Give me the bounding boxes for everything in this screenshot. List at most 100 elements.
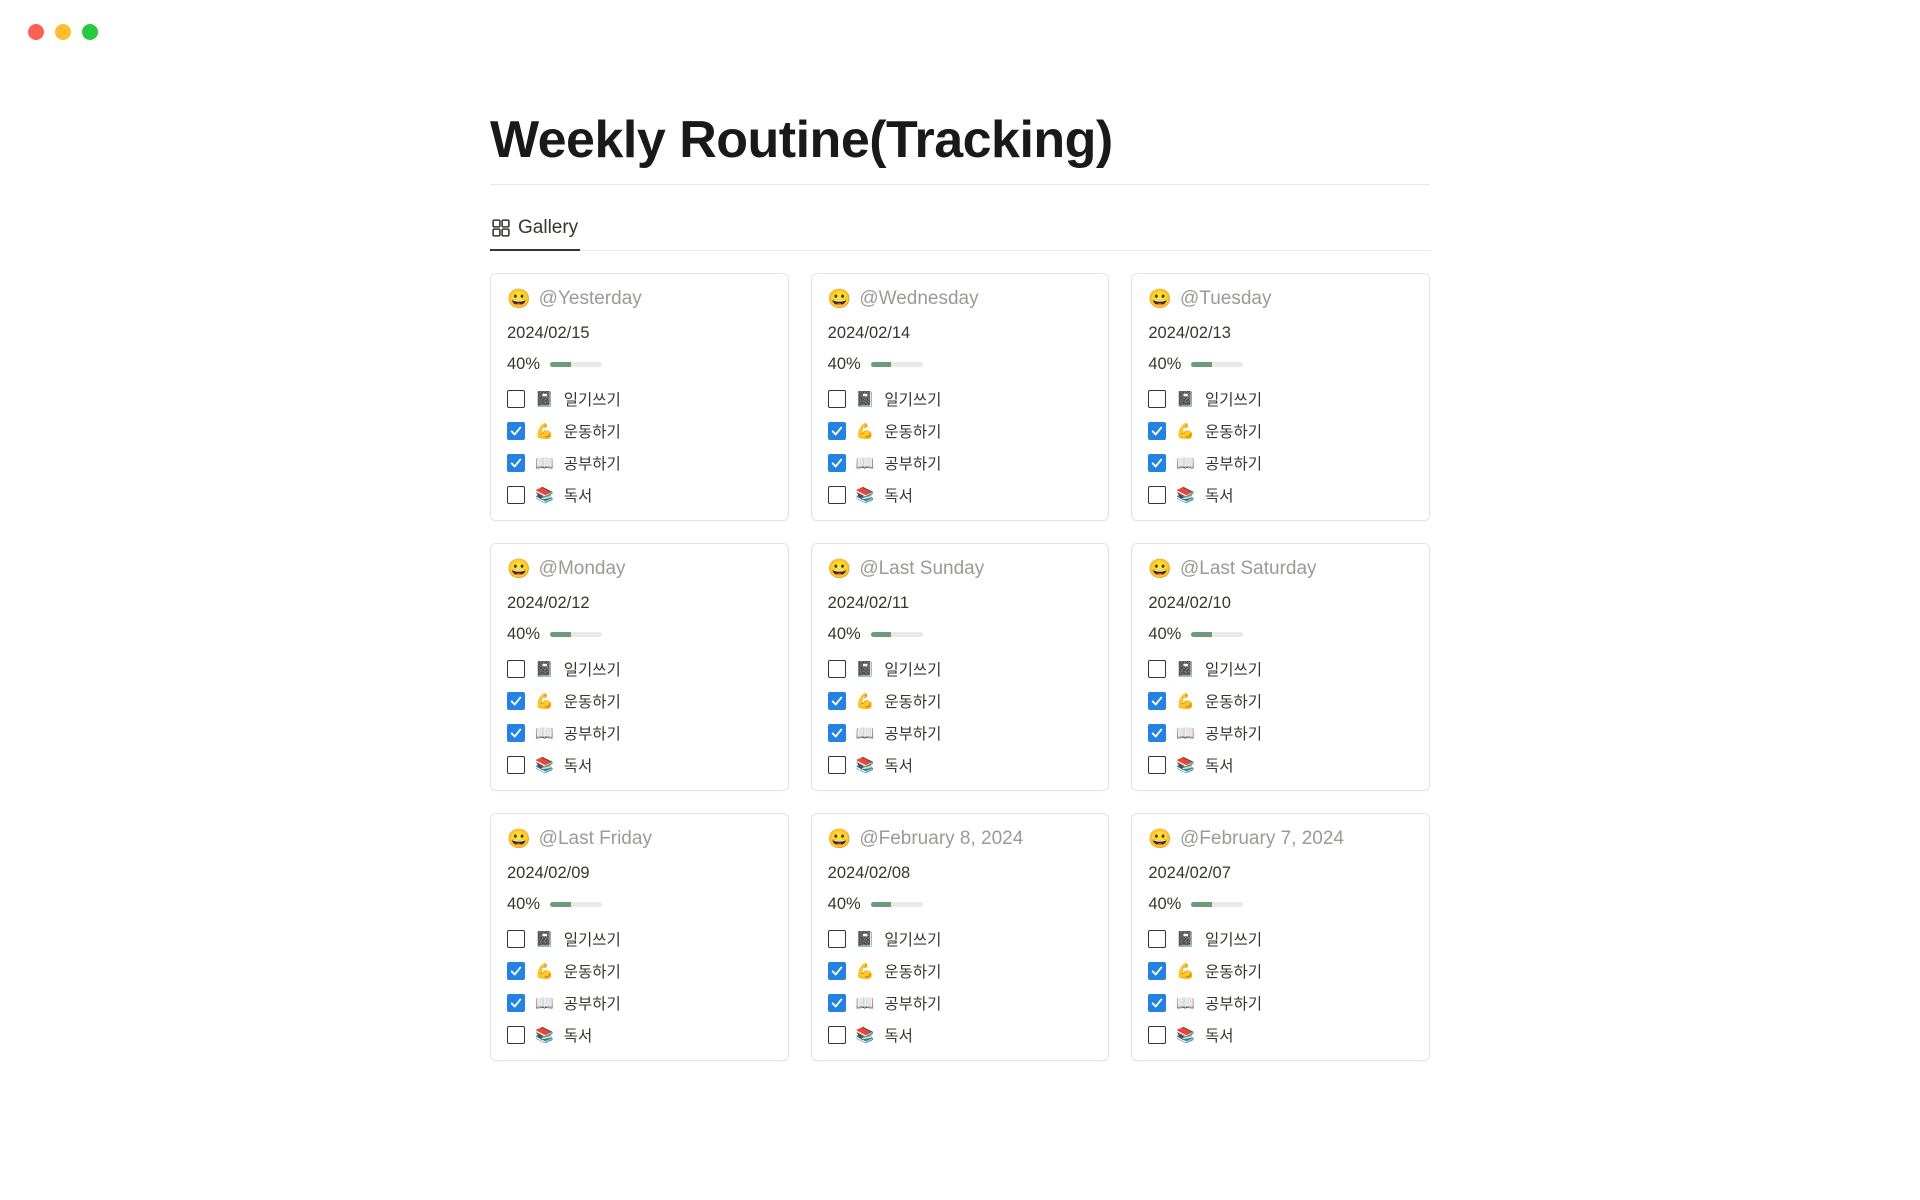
- card-date: 2024/02/15: [507, 324, 772, 343]
- gallery-card[interactable]: 😀@Tuesday2024/02/1340%📓일기쓰기💪운동하기📖공부하기📚독서: [1131, 273, 1430, 521]
- close-window-button[interactable]: [28, 24, 44, 40]
- tab-gallery[interactable]: Gallery: [490, 209, 580, 251]
- task-checkbox[interactable]: [1148, 930, 1166, 948]
- task-text: 독서: [1205, 754, 1234, 776]
- task-checkbox[interactable]: [507, 486, 525, 504]
- gallery-card[interactable]: 😀@Last Friday2024/02/0940%📓일기쓰기💪운동하기📖공부하…: [490, 813, 789, 1061]
- task-checkbox[interactable]: [1148, 962, 1166, 980]
- task-row: 💪운동하기: [828, 960, 1093, 982]
- card-title-text: @Last Saturday: [1180, 558, 1317, 580]
- task-text: 운동하기: [1205, 690, 1262, 712]
- card-emoji: 😀: [507, 290, 531, 309]
- progress-row: 40%: [1148, 355, 1413, 374]
- task-row: 📓일기쓰기: [507, 388, 772, 410]
- task-emoji: 📓: [856, 930, 875, 948]
- task-checkbox[interactable]: [507, 930, 525, 948]
- task-checkbox[interactable]: [1148, 390, 1166, 408]
- card-title: 😀@Wednesday: [828, 288, 1093, 310]
- task-checkbox[interactable]: [1148, 422, 1166, 440]
- task-checkbox[interactable]: [507, 660, 525, 678]
- task-emoji: 📚: [856, 756, 875, 774]
- task-checkbox[interactable]: [507, 692, 525, 710]
- task-checkbox[interactable]: [507, 390, 525, 408]
- task-checkbox[interactable]: [828, 994, 846, 1012]
- task-checkbox[interactable]: [828, 962, 846, 980]
- progress-row: 40%: [828, 895, 1093, 914]
- task-checkbox[interactable]: [507, 724, 525, 742]
- gallery-card[interactable]: 😀@February 7, 20242024/02/0740%📓일기쓰기💪운동하…: [1131, 813, 1430, 1061]
- progress-bar: [871, 632, 923, 637]
- task-text: 독서: [564, 484, 593, 506]
- gallery-card[interactable]: 😀@Monday2024/02/1240%📓일기쓰기💪운동하기📖공부하기📚독서: [490, 543, 789, 791]
- task-row: 📖공부하기: [828, 992, 1093, 1014]
- task-checkbox[interactable]: [507, 1026, 525, 1044]
- progress-fill: [1191, 902, 1212, 907]
- task-checkbox[interactable]: [1148, 454, 1166, 472]
- task-emoji: 💪: [1176, 692, 1195, 710]
- gallery-card[interactable]: 😀@Last Saturday2024/02/1040%📓일기쓰기💪운동하기📖공…: [1131, 543, 1430, 791]
- task-checkbox[interactable]: [1148, 756, 1166, 774]
- task-checkbox[interactable]: [1148, 692, 1166, 710]
- progress-row: 40%: [507, 625, 772, 644]
- task-checkbox[interactable]: [507, 756, 525, 774]
- task-checkbox[interactable]: [828, 454, 846, 472]
- gallery-card[interactable]: 😀@Yesterday2024/02/1540%📓일기쓰기💪운동하기📖공부하기📚…: [490, 273, 789, 521]
- card-title: 😀@Last Friday: [507, 828, 772, 850]
- task-emoji: 📚: [535, 486, 554, 504]
- task-checkbox[interactable]: [828, 692, 846, 710]
- gallery-card[interactable]: 😀@Last Sunday2024/02/1140%📓일기쓰기💪운동하기📖공부하…: [811, 543, 1110, 791]
- task-checkbox[interactable]: [828, 756, 846, 774]
- card-date: 2024/02/09: [507, 864, 772, 883]
- task-checkbox[interactable]: [1148, 1026, 1166, 1044]
- progress-row: 40%: [828, 355, 1093, 374]
- task-row: 📓일기쓰기: [1148, 658, 1413, 680]
- card-title: 😀@February 7, 2024: [1148, 828, 1413, 850]
- task-checkbox[interactable]: [828, 1026, 846, 1044]
- task-checkbox[interactable]: [1148, 486, 1166, 504]
- task-checkbox[interactable]: [828, 486, 846, 504]
- task-checkbox[interactable]: [828, 422, 846, 440]
- task-checkbox[interactable]: [1148, 994, 1166, 1012]
- task-checkbox[interactable]: [507, 422, 525, 440]
- card-date: 2024/02/10: [1148, 594, 1413, 613]
- task-list: 📓일기쓰기💪운동하기📖공부하기📚독서: [828, 928, 1093, 1046]
- view-tabs: Gallery: [490, 209, 1430, 251]
- card-emoji: 😀: [1148, 830, 1172, 849]
- minimize-window-button[interactable]: [55, 24, 71, 40]
- task-row: 📓일기쓰기: [507, 928, 772, 950]
- task-row: 💪운동하기: [1148, 960, 1413, 982]
- card-title-text: @Yesterday: [539, 288, 642, 310]
- page-content: Weekly Routine(Tracking) Gallery 😀 @Yeste…: [490, 40, 1430, 1061]
- task-text: 운동하기: [564, 690, 621, 712]
- task-checkbox[interactable]: [1148, 724, 1166, 742]
- progress-fill: [871, 632, 892, 637]
- task-list: 📓일기쓰기💪운동하기📖공부하기📚독서: [1148, 928, 1413, 1046]
- task-list: 📓일기쓰기💪운동하기📖공부하기📚독서: [507, 928, 772, 1046]
- task-row: 📓일기쓰기: [828, 658, 1093, 680]
- task-checkbox[interactable]: [507, 962, 525, 980]
- task-checkbox[interactable]: [507, 994, 525, 1012]
- maximize-window-button[interactable]: [82, 24, 98, 40]
- task-emoji: 📖: [1176, 994, 1195, 1012]
- task-text: 공부하기: [884, 452, 941, 474]
- task-checkbox[interactable]: [828, 724, 846, 742]
- task-text: 운동하기: [1205, 960, 1262, 982]
- task-checkbox[interactable]: [828, 390, 846, 408]
- task-checkbox[interactable]: [1148, 660, 1166, 678]
- progress-percent: 40%: [828, 355, 861, 374]
- progress-fill: [871, 362, 892, 367]
- page-title: Weekly Routine(Tracking): [490, 110, 1430, 185]
- task-text: 독서: [884, 754, 913, 776]
- task-checkbox[interactable]: [507, 454, 525, 472]
- task-checkbox[interactable]: [828, 660, 846, 678]
- task-checkbox[interactable]: [828, 930, 846, 948]
- task-emoji: 📚: [1176, 1026, 1195, 1044]
- task-emoji: 💪: [535, 692, 554, 710]
- task-emoji: 📓: [1176, 660, 1195, 678]
- task-emoji: 📖: [1176, 454, 1195, 472]
- task-row: 📓일기쓰기: [828, 388, 1093, 410]
- gallery-card[interactable]: 😀@Wednesday2024/02/1440%📓일기쓰기💪운동하기📖공부하기📚…: [811, 273, 1110, 521]
- task-text: 공부하기: [884, 992, 941, 1014]
- gallery-card[interactable]: 😀@February 8, 20242024/02/0840%📓일기쓰기💪운동하…: [811, 813, 1110, 1061]
- task-row: 📖공부하기: [1148, 452, 1413, 474]
